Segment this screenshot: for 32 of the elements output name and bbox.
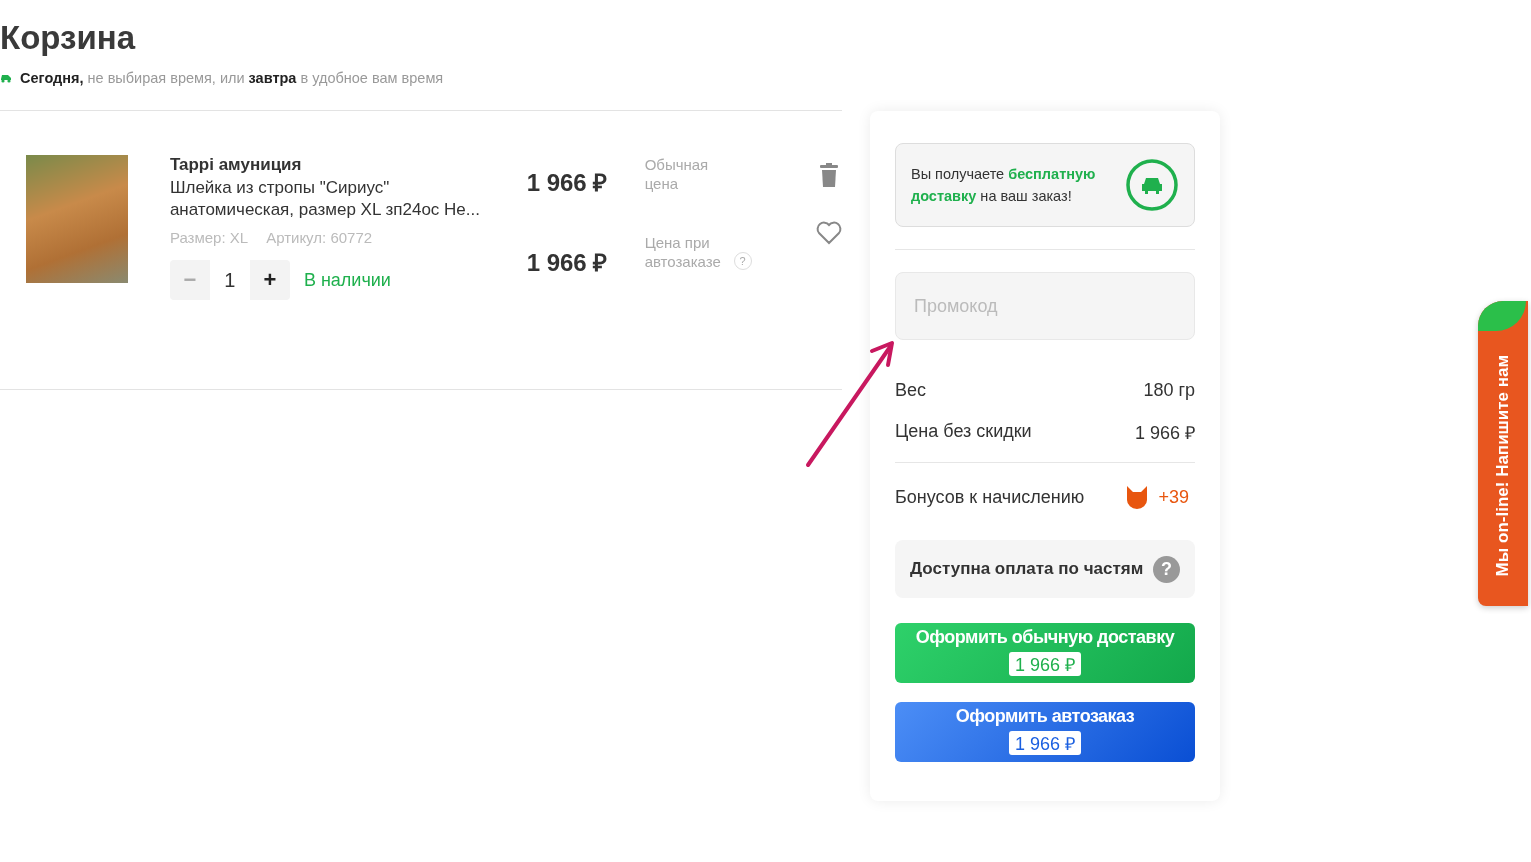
page-title: Корзина bbox=[0, 18, 135, 58]
bonus-value: +39 bbox=[1158, 486, 1189, 508]
product-sku: Артикул: 60772 bbox=[266, 229, 373, 246]
summary-value: 1 966 ₽ bbox=[1134, 421, 1195, 444]
summary-label: Цена без скидки bbox=[895, 421, 1032, 442]
checkout-button[interactable]: Оформить обычную доставку 1 966 ₽ bbox=[895, 623, 1195, 683]
summary-value: 180 гр bbox=[1143, 380, 1195, 401]
free-delivery-text: Вы получаете бесплатную доставку на ваш заказ! bbox=[911, 165, 1097, 206]
product-size: Размер: XL bbox=[169, 229, 249, 246]
product-brand: Tappi амуниция bbox=[169, 155, 303, 175]
delivery-note: Сегодня, не выбирая время, или завтра в удобное вам время bbox=[20, 70, 444, 86]
quantity-value[interactable]: 1 bbox=[209, 260, 250, 300]
bonus-label: Бонусов к начислению bbox=[895, 486, 1085, 508]
installments-text: Доступна оплата по частям bbox=[910, 559, 1144, 579]
availability-status: В наличии bbox=[303, 269, 391, 291]
help-button[interactable]: ? bbox=[1153, 555, 1180, 583]
regular-price-label: Обычная цена bbox=[644, 155, 710, 193]
autoorder-price-label: Цена при автозаказе bbox=[644, 233, 722, 271]
heart-icon[interactable] bbox=[816, 221, 842, 245]
checkout-button[interactable]: Оформить автозаказ 1 966 ₽ bbox=[895, 702, 1195, 762]
chat-tab[interactable]: Мы on-line! Напишите нам bbox=[1478, 301, 1528, 606]
cat-icon bbox=[1126, 485, 1149, 509]
decrease-button[interactable]: − bbox=[169, 260, 210, 300]
trash-icon[interactable] bbox=[820, 163, 838, 187]
car-icon bbox=[0, 73, 12, 83]
product-name[interactable]: Шлейка из стропы "Сириус" анатомическая, размер XL зп24ос Не... bbox=[169, 177, 505, 221]
car-icon bbox=[1125, 158, 1179, 212]
regular-price: 1 966 ₽ bbox=[526, 168, 609, 198]
autoorder-price: 1 966 ₽ bbox=[526, 248, 609, 278]
summary-label: Вес bbox=[895, 380, 927, 401]
increase-button[interactable]: + bbox=[249, 260, 290, 300]
promo-code-field[interactable]: Промокод bbox=[895, 272, 1195, 340]
